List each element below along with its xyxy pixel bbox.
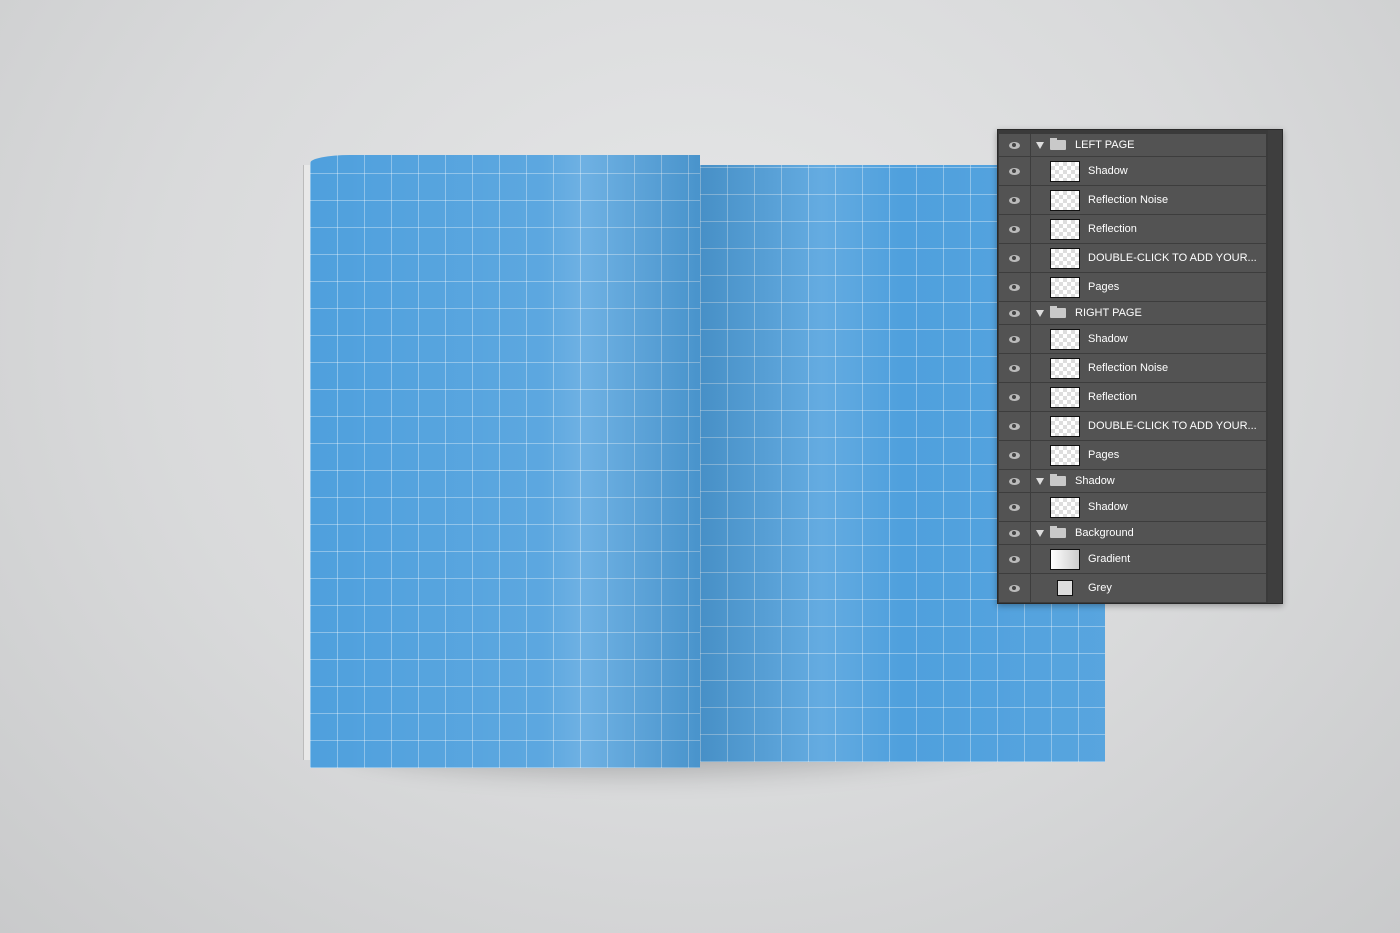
layer-name: Background xyxy=(1075,527,1134,539)
layer-name: Reflection Noise xyxy=(1088,194,1169,206)
layer-name: Pages xyxy=(1088,281,1120,293)
visibility-eye-icon[interactable] xyxy=(999,244,1031,272)
disclosure-triangle-icon[interactable] xyxy=(1036,529,1044,537)
visibility-eye-icon[interactable] xyxy=(999,186,1031,214)
visibility-eye-icon[interactable] xyxy=(999,354,1031,382)
layer-name: Reflection xyxy=(1088,391,1137,403)
layer-name: Reflection Noise xyxy=(1088,362,1169,374)
visibility-eye-icon[interactable] xyxy=(999,493,1031,521)
layer-row[interactable]: Shadow xyxy=(999,325,1266,354)
layer-thumbnail xyxy=(1050,496,1080,518)
disclosure-triangle-icon[interactable] xyxy=(1036,141,1044,149)
layer-row[interactable]: Gradient xyxy=(999,545,1266,574)
visibility-eye-icon[interactable] xyxy=(999,157,1031,185)
layers-panel: LEFT PAGE Shadow Reflection Noise Reflectio… xyxy=(997,129,1283,604)
layer-thumbnail xyxy=(1050,276,1080,298)
folder-icon xyxy=(1050,474,1066,486)
layer-row[interactable]: DOUBLE-CLICK TO ADD YOUR... xyxy=(999,412,1266,441)
layer-row[interactable]: Reflection Noise xyxy=(999,186,1266,215)
visibility-eye-icon[interactable] xyxy=(999,325,1031,353)
layer-thumbnail xyxy=(1050,548,1080,570)
layer-row[interactable]: Pages xyxy=(999,273,1266,302)
visibility-eye-icon[interactable] xyxy=(999,545,1031,573)
layer-name: Gradient xyxy=(1088,553,1131,565)
layer-thumbnail xyxy=(1050,328,1080,350)
folder-icon xyxy=(1050,526,1066,538)
layer-thumbnail xyxy=(1050,247,1080,269)
scrollbar[interactable] xyxy=(1268,130,1282,603)
disclosure-triangle-icon[interactable] xyxy=(1036,309,1044,317)
folder-icon xyxy=(1050,306,1066,318)
visibility-eye-icon[interactable] xyxy=(999,383,1031,411)
visibility-eye-icon[interactable] xyxy=(999,441,1031,469)
layer-row[interactable]: Reflection xyxy=(999,383,1266,412)
layer-name: LEFT PAGE xyxy=(1075,139,1135,151)
layer-name: Reflection xyxy=(1088,223,1137,235)
layer-name: DOUBLE-CLICK TO ADD YOUR... xyxy=(1088,420,1257,432)
layer-row[interactable]: Reflection xyxy=(999,215,1266,244)
layer-thumbnail xyxy=(1050,160,1080,182)
layer-group-row[interactable]: LEFT PAGE xyxy=(999,134,1266,157)
folder-icon xyxy=(1050,138,1066,150)
visibility-eye-icon[interactable] xyxy=(999,134,1031,156)
layer-name: Shadow xyxy=(1088,333,1128,345)
layers-list: LEFT PAGE Shadow Reflection Noise Reflectio… xyxy=(999,134,1266,603)
layer-name: Pages xyxy=(1088,449,1120,461)
visibility-eye-icon[interactable] xyxy=(999,273,1031,301)
layer-thumbnail xyxy=(1050,218,1080,240)
layer-name: Shadow xyxy=(1088,501,1128,513)
left-page xyxy=(310,155,700,768)
visibility-eye-icon[interactable] xyxy=(999,412,1031,440)
layer-row[interactable]: Reflection Noise xyxy=(999,354,1266,383)
layer-name: Grey xyxy=(1088,582,1112,594)
layer-row[interactable]: DOUBLE-CLICK TO ADD YOUR... xyxy=(999,244,1266,273)
layer-thumbnail xyxy=(1050,415,1080,437)
layer-group-row[interactable]: Shadow xyxy=(999,470,1266,493)
visibility-eye-icon[interactable] xyxy=(999,574,1031,602)
disclosure-triangle-icon[interactable] xyxy=(1036,477,1044,485)
open-book-mockup xyxy=(300,150,1110,790)
layer-row[interactable]: Shadow xyxy=(999,493,1266,522)
layer-row[interactable]: Grey xyxy=(999,574,1266,603)
layer-name: RIGHT PAGE xyxy=(1075,307,1142,319)
visibility-eye-icon[interactable] xyxy=(999,522,1031,544)
layer-thumbnail xyxy=(1057,580,1073,596)
visibility-eye-icon[interactable] xyxy=(999,470,1031,492)
layer-name: Shadow xyxy=(1075,475,1115,487)
layer-name: DOUBLE-CLICK TO ADD YOUR... xyxy=(1088,252,1257,264)
layer-name: Shadow xyxy=(1088,165,1128,177)
layer-thumbnail xyxy=(1050,386,1080,408)
layer-row[interactable]: Shadow xyxy=(999,157,1266,186)
layer-row[interactable]: Pages xyxy=(999,441,1266,470)
layer-thumbnail xyxy=(1050,189,1080,211)
layer-group-row[interactable]: Background xyxy=(999,522,1266,545)
layer-group-row[interactable]: RIGHT PAGE xyxy=(999,302,1266,325)
visibility-eye-icon[interactable] xyxy=(999,215,1031,243)
visibility-eye-icon[interactable] xyxy=(999,302,1031,324)
layer-thumbnail xyxy=(1050,444,1080,466)
layer-thumbnail xyxy=(1050,357,1080,379)
